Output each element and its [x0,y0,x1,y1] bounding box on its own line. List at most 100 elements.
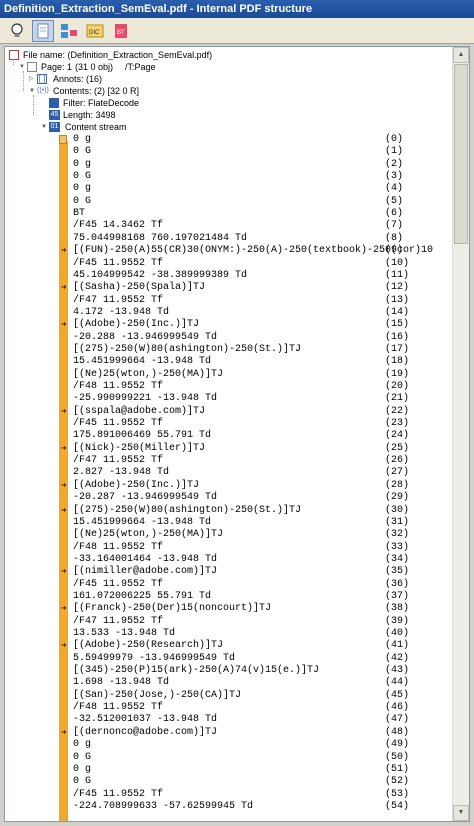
stream-line[interactable]: /F45 11.9552 Tf (10) [5,258,445,270]
stream-line[interactable]: ➜ [(Sasha)-250(Spala)]TJ (12) [5,282,445,294]
stream-line[interactable]: -32.512001037 -13.948 Td (47) [5,714,445,726]
stream-index: (21) [385,393,410,405]
stream-line[interactable]: 5.59499979 -13.946999549 Td (42) [5,653,445,665]
stream-line[interactable]: /F45 14.3462 Tf (7) [5,220,445,232]
stream-line[interactable]: /F45 11.9552 Tf (53) [5,789,445,801]
stream-line[interactable]: 2.827 -13.948 Td (27) [5,467,445,479]
expand-arrow-icon[interactable]: ▼ [19,64,25,70]
stream-line[interactable]: ➜ [(nimiller@adobe.com)]TJ (35) [5,566,445,578]
stream-index: (42) [385,652,410,664]
stream-operator: /F45 11.9552 Tf [73,418,164,430]
stream-line[interactable]: 0 G (5) [5,196,445,208]
stream-line[interactable]: 1.698 -13.948 Td (44) [5,677,445,689]
stream-operator: [(Ne)25(wton,)-250(MA)]TJ [73,529,224,541]
stream-operator: 0 g [73,183,92,195]
stream-line[interactable]: ➜ [(Nick)-250(Miller)]TJ (25) [5,443,445,455]
text-object-icon[interactable]: BT [110,20,132,42]
stream-line[interactable]: /F48 11.9552 Tf (46) [5,702,445,714]
stream-line[interactable]: ➜ [(sspala@adobe.com)]TJ (22) [5,406,445,418]
structure-icon[interactable] [58,20,80,42]
stream-line[interactable]: /F47 11.9552 Tf (39) [5,616,445,628]
stream-index: (17) [385,343,410,355]
stream-line[interactable]: ➜ [(Adobe)-250(Inc.)]TJ (28) [5,480,445,492]
stream-operator: [(Adobe)-250(Research)]TJ [73,640,224,652]
stream-line[interactable]: /F47 11.9552 Tf (26) [5,455,445,467]
collapsed-arrow-icon[interactable]: ▷ [29,76,34,82]
stream-line[interactable]: 13.533 -13.948 Td (40) [5,628,445,640]
stream-operator: /F45 11.9552 Tf [73,578,164,590]
text-show-arrow-icon: ➜ [61,567,67,578]
stream-line[interactable]: /F45 11.9552 Tf (23) [5,418,445,430]
stream-line[interactable]: 175.891006469 55.791 Td (24) [5,430,445,442]
stream-index: (53) [385,788,410,800]
stream-index: (13) [385,294,410,306]
stream-line[interactable]: [(San)-250(Jose,)-250(CA)]TJ (45) [5,690,445,702]
stream-index: (41) [385,640,410,652]
stream-index: (6) [385,208,404,220]
structure-tree[interactable]: File name: (Definition_Extraction_SemEva… [4,46,470,822]
stream-line[interactable]: 0 G (1) [5,146,445,158]
stream-line[interactable]: 45.104999542 -38.389999389 Td (11) [5,270,445,282]
stream-line[interactable]: ➜ [(FUN)-250(A)55(CR)30(ONYM:)-250(A)-250… [5,245,445,257]
scroll-thumb[interactable] [454,64,468,244]
stream-operator: /F48 11.9552 Tf [73,381,164,392]
vertical-scrollbar[interactable]: ▲ ▼ [452,47,469,821]
stream-line[interactable]: 0 G (3) [5,171,445,183]
stream-line[interactable]: 4.172 -13.948 Td (14) [5,307,445,319]
stream-operator: /F47 11.9552 Tf [73,455,164,467]
stream-line[interactable]: 0 g (4) [5,183,445,195]
stream-line[interactable]: /F48 11.9552 Tf (33) [5,542,445,554]
stream-operator: 4.172 -13.948 Td [73,306,170,318]
stream-line[interactable]: -25.990999221 -13.948 Td (21) [5,393,445,405]
stream-line[interactable]: [(275)-250(W)80(ashington)-250(St.)]TJ (1… [5,344,445,356]
stream-line[interactable]: ➜ [(Franck)-250(Der)15(noncourt)]TJ (38) [5,603,445,615]
text-show-arrow-icon: ➜ [61,505,67,516]
stream-line[interactable]: 161.072006225 55.791 Td (37) [5,591,445,603]
stream-index: (36) [385,578,410,590]
stream-line[interactable]: 0 g (0) [5,134,445,146]
stream-line[interactable]: -20.288 -13.946999549 Td (16) [5,332,445,344]
scroll-up-button[interactable]: ▲ [453,47,469,63]
stream-line[interactable]: ➜ [(Adobe)-250(Inc.)]TJ (15) [5,319,445,331]
stream-line[interactable]: ➜ [(Adobe)-250(Research)]TJ (41) [5,640,445,652]
stream-line[interactable]: /F47 11.9552 Tf (13) [5,295,445,307]
stream-operator: 15.451999664 -13.948 Td [73,356,212,368]
stream-index: (16) [385,331,410,343]
stream-line[interactable]: 15.451999664 -13.948 Td (31) [5,517,445,529]
stream-line[interactable]: [(345)-250(P)15(ark)-250(A)74(v)15(e.)]T… [5,665,445,677]
stream-operator: 15.451999664 -13.948 Td [73,516,212,528]
stream-line[interactable]: /F48 11.9552 Tf (20) [5,381,445,393]
stream-line[interactable]: ➜ [(275)-250(W)80(ashington)-250(St.)]TJ (… [5,505,445,517]
stream-line[interactable]: BT (6) [5,208,445,220]
stream-line[interactable]: 75.044998168 760.197021484 Td (8) [5,233,445,245]
stream-line[interactable]: -33.164001464 -13.948 Td (34) [5,554,445,566]
light-bulb-icon[interactable] [6,20,28,42]
stream-index: (34) [385,553,410,565]
stream-index: (14) [385,306,410,318]
stream-line[interactable]: 0 G (50) [5,752,445,764]
stream-line[interactable]: 0 g (49) [5,739,445,751]
stream-line[interactable]: -20.287 -13.946999549 Td (29) [5,492,445,504]
stream-line[interactable]: 0 g (51) [5,764,445,776]
stream-operator: /F47 11.9552 Tf [73,615,164,627]
stream-line[interactable]: ➜ [(dernonco@adobe.com)]TJ (48) [5,727,445,739]
stream-index: (12) [385,282,410,294]
page-icon[interactable] [32,20,54,42]
text-show-arrow-icon: ➜ [61,480,67,491]
stream-index: (19) [385,368,410,380]
scroll-down-button[interactable]: ▼ [453,805,469,821]
stream-line[interactable]: [(Ne)25(wton,)-250(MA)]TJ (32) [5,529,445,541]
stream-line[interactable]: 0 g (2) [5,159,445,171]
stream-line[interactable]: -224.708999633 -57.62599945 Td (54) [5,801,445,813]
stream-operator: 45.104999542 -38.389999389 Td [73,269,248,281]
stream-line[interactable]: 0 G (52) [5,776,445,788]
stream-line[interactable]: 15.451999664 -13.948 Td (18) [5,356,445,368]
expand-arrow-icon[interactable]: ▼ [29,88,35,94]
stream-line[interactable]: [(Ne)25(wton,)-250(MA)]TJ (19) [5,369,445,381]
stream-operator: 75.044998168 760.197021484 Td [73,232,248,244]
stream-line[interactable]: /F45 11.9552 Tf (36) [5,579,445,591]
stream-operator: [(Adobe)-250(Inc.)]TJ [73,479,200,491]
stream-operator: 2.827 -13.948 Td [73,467,170,479]
dictionary-icon[interactable]: DIC [84,20,106,42]
expand-arrow-icon[interactable]: ▼ [41,124,47,130]
